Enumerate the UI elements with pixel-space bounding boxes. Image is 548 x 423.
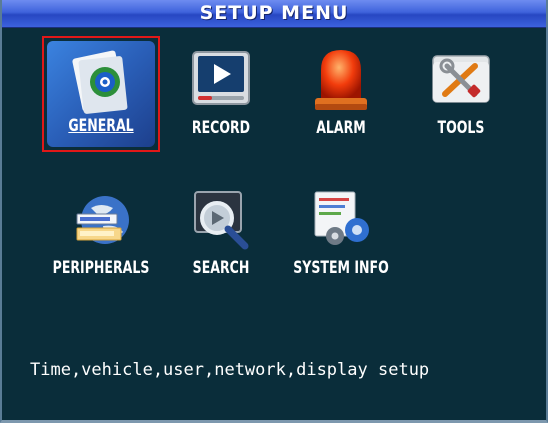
menu-item-record[interactable]: RECORD: [162, 36, 280, 152]
peripherals-globe-icon: [76, 196, 129, 244]
tools-icon: [432, 55, 490, 103]
title-bar: SETUP MENU: [2, 0, 546, 28]
setup-menu-screen: SETUP MENU GENERAL RECORD ALARM TOOLS PE…: [0, 0, 548, 423]
menu-item-system-info[interactable]: SYSTEM INFO: [282, 176, 400, 292]
menu-item-search[interactable]: SEARCH: [162, 176, 280, 292]
menu-item-label: TOOLS: [437, 118, 485, 138]
menu-item-general[interactable]: GENERAL: [42, 36, 160, 152]
menu-item-alarm[interactable]: ALARM: [282, 36, 400, 152]
page-title: SETUP MENU: [199, 2, 349, 24]
menu-item-label: SEARCH: [192, 258, 250, 278]
system-info-icon: [314, 191, 369, 245]
menu-item-label: SYSTEM INFO: [293, 258, 389, 278]
menu-item-tools[interactable]: TOOLS: [402, 36, 520, 152]
general-settings-icon: [72, 50, 128, 114]
menu-description: Time,vehicle,user,network,display setup: [30, 360, 430, 380]
search-magnifier-icon: [194, 191, 249, 250]
menu-item-label: GENERAL: [68, 116, 134, 136]
alarm-beacon-icon: [315, 50, 367, 110]
menu-item-label: RECORD: [191, 118, 251, 138]
menu-item-label: PERIPHERALS: [52, 258, 150, 278]
menu-item-peripherals[interactable]: PERIPHERALS: [42, 176, 160, 292]
record-play-icon: [192, 51, 250, 105]
menu-item-label: ALARM: [316, 118, 366, 138]
